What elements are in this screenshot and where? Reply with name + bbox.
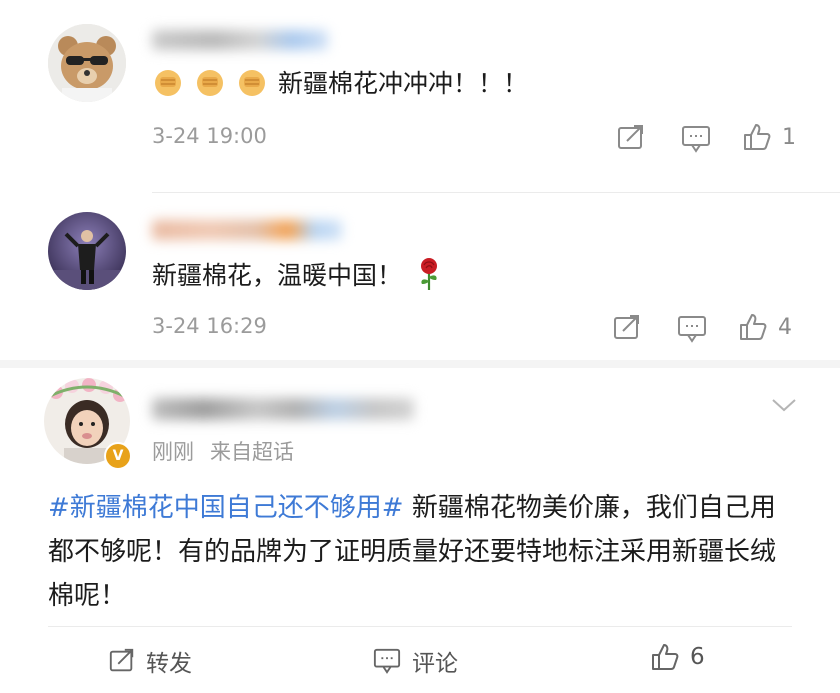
thumbs-up-icon — [740, 314, 767, 340]
comment-content: 新疆棉花，温暖中国！ — [152, 256, 444, 296]
teddy-bear-avatar-icon — [48, 24, 126, 102]
chevron-down-icon — [772, 399, 796, 412]
comment-time: 3-24 19:00 — [152, 124, 267, 148]
post-meta: 刚刚 来自超话 — [152, 436, 294, 466]
comment-icon — [373, 648, 401, 674]
avatar[interactable] — [48, 24, 126, 102]
share-icon — [109, 648, 134, 672]
stage-performer-avatar-icon — [48, 212, 126, 290]
like-count: 4 — [778, 314, 792, 340]
verified-badge: V — [104, 442, 132, 470]
fist-icon — [236, 66, 268, 102]
divider — [48, 626, 792, 627]
divider — [152, 192, 840, 193]
repost-button[interactable] — [612, 314, 642, 346]
username-blurred[interactable] — [152, 398, 414, 420]
post-source: 来自超话 — [210, 440, 294, 464]
like-button[interactable]: 4 — [738, 312, 792, 342]
divider — [0, 360, 840, 368]
comment-button[interactable] — [676, 314, 708, 348]
post-time: 刚刚 — [152, 440, 194, 464]
comment-icon — [682, 126, 710, 153]
comment-content: 新疆棉花冲冲冲！！！ — [152, 64, 528, 104]
like-button[interactable]: 1 — [742, 122, 796, 152]
comment-time: 3-24 16:29 — [152, 314, 267, 338]
post-body: #新疆棉花中国自己还不够用# 新疆棉花物美价廉，我们自己用都不够呢！有的品牌为了… — [48, 486, 800, 618]
repost-button[interactable]: 转发 — [108, 644, 192, 678]
comment-button[interactable]: 评论 — [372, 644, 458, 678]
share-icon — [618, 125, 643, 149]
repost-label: 转发 — [146, 651, 192, 677]
like-count: 6 — [690, 644, 705, 670]
share-icon — [614, 315, 639, 339]
more-options-button[interactable] — [770, 396, 798, 418]
comment-label: 评论 — [412, 651, 458, 677]
like-count: 1 — [782, 124, 796, 150]
rose-icon — [414, 257, 444, 295]
comment-button[interactable] — [680, 124, 712, 158]
thumbs-up-icon — [744, 124, 771, 150]
comment-icon — [678, 316, 706, 343]
comment-text: 新疆棉花，温暖中国！ — [152, 261, 403, 290]
avatar[interactable] — [48, 212, 126, 290]
username-blurred[interactable] — [152, 30, 328, 50]
fist-icon — [194, 66, 226, 102]
like-button[interactable]: 6 — [650, 642, 705, 672]
username-blurred[interactable] — [152, 220, 342, 240]
fist-icon — [152, 66, 184, 102]
repost-button[interactable] — [616, 124, 646, 156]
topic-link[interactable]: #新疆棉花中国自己还不够用# — [48, 493, 404, 523]
thumbs-up-icon — [652, 644, 679, 670]
comment-text: 新疆棉花冲冲冲！！！ — [278, 69, 529, 98]
verified-badge-label: V — [112, 448, 124, 464]
